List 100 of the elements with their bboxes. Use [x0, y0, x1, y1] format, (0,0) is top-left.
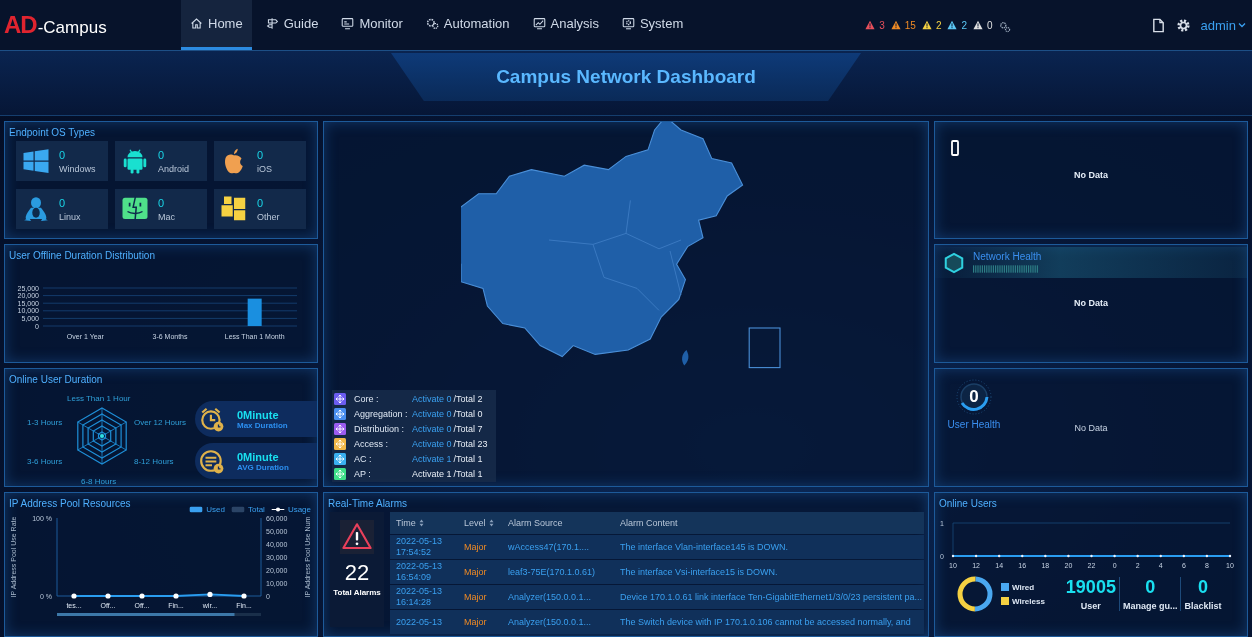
data-point — [951, 554, 955, 558]
settings-icon — [1175, 17, 1191, 33]
os-count: 0 — [59, 148, 67, 161]
alarm-count: 2 — [935, 19, 942, 31]
data-point — [105, 593, 111, 599]
sort-icon — [488, 519, 494, 527]
os-count: 0 — [158, 148, 166, 161]
table-cell-text: Major — [463, 541, 488, 553]
table-cell-text: The Switch device with IP 170.1.0.106 cannot be accessed normally, and — [619, 616, 912, 628]
table-cell-text: Device 170.1.0.61 link interface Ten-GigabitEthernet1/3/0/23 persistent pa... — [619, 591, 924, 603]
panel-title: Online Users — [938, 497, 998, 511]
os-label: Mac — [158, 211, 175, 222]
nav-tab[interactable]: Home — [181, 0, 252, 50]
device-type-label: Access : — [354, 438, 389, 449]
stat-label: Blacklist — [1184, 601, 1222, 611]
warning-icon — [340, 520, 374, 554]
nav-tab[interactable]: Automation — [416, 0, 519, 50]
radar-axis-label: 6-8 Hours — [81, 477, 117, 486]
total-count: /Total 7 — [453, 423, 483, 434]
signpost-icon — [265, 17, 279, 30]
device-type-label: Core : — [354, 393, 380, 404]
table-cell-text: 2022-05-13 16:54:09 — [395, 561, 444, 583]
table-cell-text: 2022-05-13 16:14:28 — [395, 586, 444, 608]
nav-tab[interactable]: Analysis — [523, 0, 608, 50]
striped-bar-drawing — [973, 264, 1039, 274]
legend-label: Usage — [287, 505, 311, 514]
total-count: /Total 23 — [453, 438, 488, 449]
data-point — [1136, 554, 1139, 558]
table-cell-text: The interface Vlan-interface145 is DOWN. — [619, 541, 790, 553]
alarm-count: 3 — [879, 19, 885, 31]
dashboard-title: Campus Network Dashboard — [496, 66, 756, 88]
health-title: User Health — [947, 419, 1001, 430]
data-point — [71, 593, 77, 599]
table-cell-text: Analyzer(150.0.0.1... — [507, 616, 593, 628]
caret-icon — [1238, 22, 1246, 28]
table-cell-text: The interface Vsi-interface15 is DOWN. — [619, 566, 779, 578]
radar-axis-label: 1-3 Hours — [27, 418, 63, 427]
duration-value: 0Minute — [237, 408, 280, 421]
active-count: Activate 0 — [412, 423, 452, 434]
alarm-count: 15 — [904, 19, 916, 31]
radar-axis-label: Less Than 1 Hour — [67, 394, 131, 403]
column-header: Alarm Content — [619, 517, 679, 529]
alarm-clock-icon — [199, 406, 225, 432]
logo-mark: AD — [4, 11, 37, 39]
settings-button[interactable] — [1175, 17, 1191, 33]
radar-chart-drawing — [77, 407, 127, 465]
nav-tab[interactable]: Guide — [256, 0, 328, 50]
stat-label: User — [1080, 601, 1101, 611]
document-icon — [1150, 17, 1166, 33]
document-button[interactable] — [1150, 17, 1166, 33]
no-data-text: No Data — [1073, 170, 1109, 180]
range-slider[interactable] — [57, 613, 261, 616]
nav-tab[interactable]: Monitor — [332, 0, 412, 50]
alarm-settings-icon[interactable] — [998, 21, 1011, 33]
list-clock-icon — [199, 448, 225, 474]
device-type-label: Distribution : — [354, 423, 406, 434]
os-label: Linux — [59, 211, 81, 222]
os-count: 0 — [257, 148, 265, 161]
cogs-icon — [425, 17, 439, 30]
nav-tab[interactable]: System — [612, 0, 693, 50]
total-count: /Total 1 — [453, 453, 483, 464]
data-point — [173, 593, 179, 599]
active-count: Activate 0 — [412, 408, 452, 419]
panel-title: User Offline Duration Distribution — [8, 249, 156, 263]
window-logo-icon — [21, 146, 51, 176]
data-point — [1090, 554, 1093, 558]
table-cell-text: wAccess47(170.1.... — [507, 541, 591, 553]
legend-line-icon — [270, 506, 285, 513]
health-title: Network Health — [973, 251, 1042, 262]
data-point — [207, 591, 213, 598]
table-cell-text: 2022-05-13 17:54:52 — [395, 536, 444, 558]
data-point — [1182, 554, 1186, 558]
data-point — [139, 593, 145, 599]
table-cell-text: Major — [463, 591, 488, 603]
active-count: Activate 1 — [412, 453, 452, 464]
legend-label: Total — [247, 505, 265, 514]
data-point — [241, 593, 247, 599]
alarm-count: 2 — [961, 19, 967, 31]
rectangle-icon — [951, 140, 959, 156]
device-type-label: Aggregation : — [354, 408, 409, 419]
data-point — [997, 554, 1001, 558]
user-menu[interactable]: admin — [1200, 17, 1246, 33]
alarm-total-label: Total Alarms — [333, 588, 381, 597]
os-label: Windows — [59, 163, 96, 174]
radar-axis-label: 8-12 Hours — [134, 457, 174, 466]
legend-label: Wireless — [1012, 596, 1045, 606]
data-point — [1021, 554, 1024, 558]
settings-icon — [621, 17, 635, 30]
column-header[interactable]: Level — [458, 517, 502, 529]
total-count: /Total 0 — [453, 408, 483, 419]
column-header[interactable]: Time — [390, 517, 458, 529]
donut-chart-drawing — [955, 574, 995, 614]
os-label: Other — [257, 211, 280, 222]
radar-axis-label: Over 12 Hours — [134, 418, 187, 427]
active-count: Activate 0 — [412, 393, 452, 404]
total-count: /Total 1 — [453, 468, 483, 479]
ring-gauge-drawing — [954, 377, 994, 417]
data-point — [974, 554, 978, 558]
stat-value: 19005 — [1065, 577, 1116, 598]
sort-icon — [418, 519, 424, 527]
